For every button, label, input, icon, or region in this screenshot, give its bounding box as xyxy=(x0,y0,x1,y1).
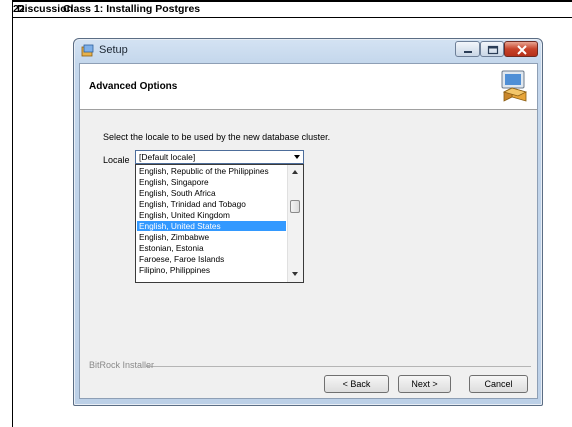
dropdown-item-selected[interactable]: English, United States xyxy=(137,221,286,231)
slide-title: Class 1: Installing Postgres xyxy=(63,3,201,15)
slide-top-border xyxy=(12,0,572,2)
minimize-button[interactable] xyxy=(455,41,480,57)
locale-select[interactable]: [Default locale] xyxy=(135,150,304,164)
dropdown-scrollbar[interactable] xyxy=(287,165,303,282)
maximize-icon xyxy=(487,45,499,55)
footer-divider xyxy=(146,366,531,367)
dropdown-item[interactable]: Filipino, Philippines xyxy=(137,265,286,275)
next-button[interactable]: Next > xyxy=(398,375,451,393)
setup-app-icon xyxy=(81,44,94,57)
wizard-header: Advanced Options xyxy=(80,64,537,110)
close-button[interactable] xyxy=(504,41,538,57)
back-button[interactable]: < Back xyxy=(324,375,389,393)
scrollbar-thumb[interactable] xyxy=(290,200,300,213)
locale-dropdown-list[interactable]: English, Republic of the Philippines Eng… xyxy=(135,164,304,283)
scroll-down-icon[interactable] xyxy=(292,272,298,276)
dropdown-arrow-icon xyxy=(294,155,300,159)
close-icon xyxy=(517,45,527,55)
dropdown-item[interactable]: Faroese, Faroe Islands xyxy=(137,254,286,264)
wizard-body: Advanced Options Select the locale to be… xyxy=(79,63,538,399)
dropdown-item[interactable]: English, Trinidad and Tobago xyxy=(137,199,286,209)
scroll-up-icon[interactable] xyxy=(292,170,298,174)
section-title: Advanced Options xyxy=(89,81,178,92)
heading-rule xyxy=(12,17,572,18)
locale-select-value: [Default locale] xyxy=(139,152,196,162)
slide-left-border xyxy=(12,0,13,427)
setup-computer-icon xyxy=(501,70,528,102)
minimize-icon xyxy=(464,51,472,53)
installer-label: BitRock Installer xyxy=(89,360,155,370)
window-title: Setup xyxy=(99,44,128,56)
title-bar[interactable]: Setup xyxy=(74,39,542,63)
dropdown-item[interactable]: English, Singapore xyxy=(137,177,286,187)
cancel-button[interactable]: Cancel xyxy=(469,375,528,393)
dropdown-item[interactable]: English, United Kingdom xyxy=(137,210,286,220)
locale-label: Locale xyxy=(103,155,130,165)
dropdown-item[interactable]: English, Republic of the Philippines xyxy=(137,166,286,176)
setup-window: Setup Advanced Options Select the locale… xyxy=(73,38,543,406)
dropdown-item[interactable]: Estonian, Estonia xyxy=(137,243,286,253)
locale-prompt: Select the locale to be used by the new … xyxy=(103,132,331,142)
dropdown-item[interactable]: English, Zimbabwe xyxy=(137,232,286,242)
dropdown-item[interactable]: English, South Africa xyxy=(137,188,286,198)
maximize-button[interactable] xyxy=(480,41,504,57)
